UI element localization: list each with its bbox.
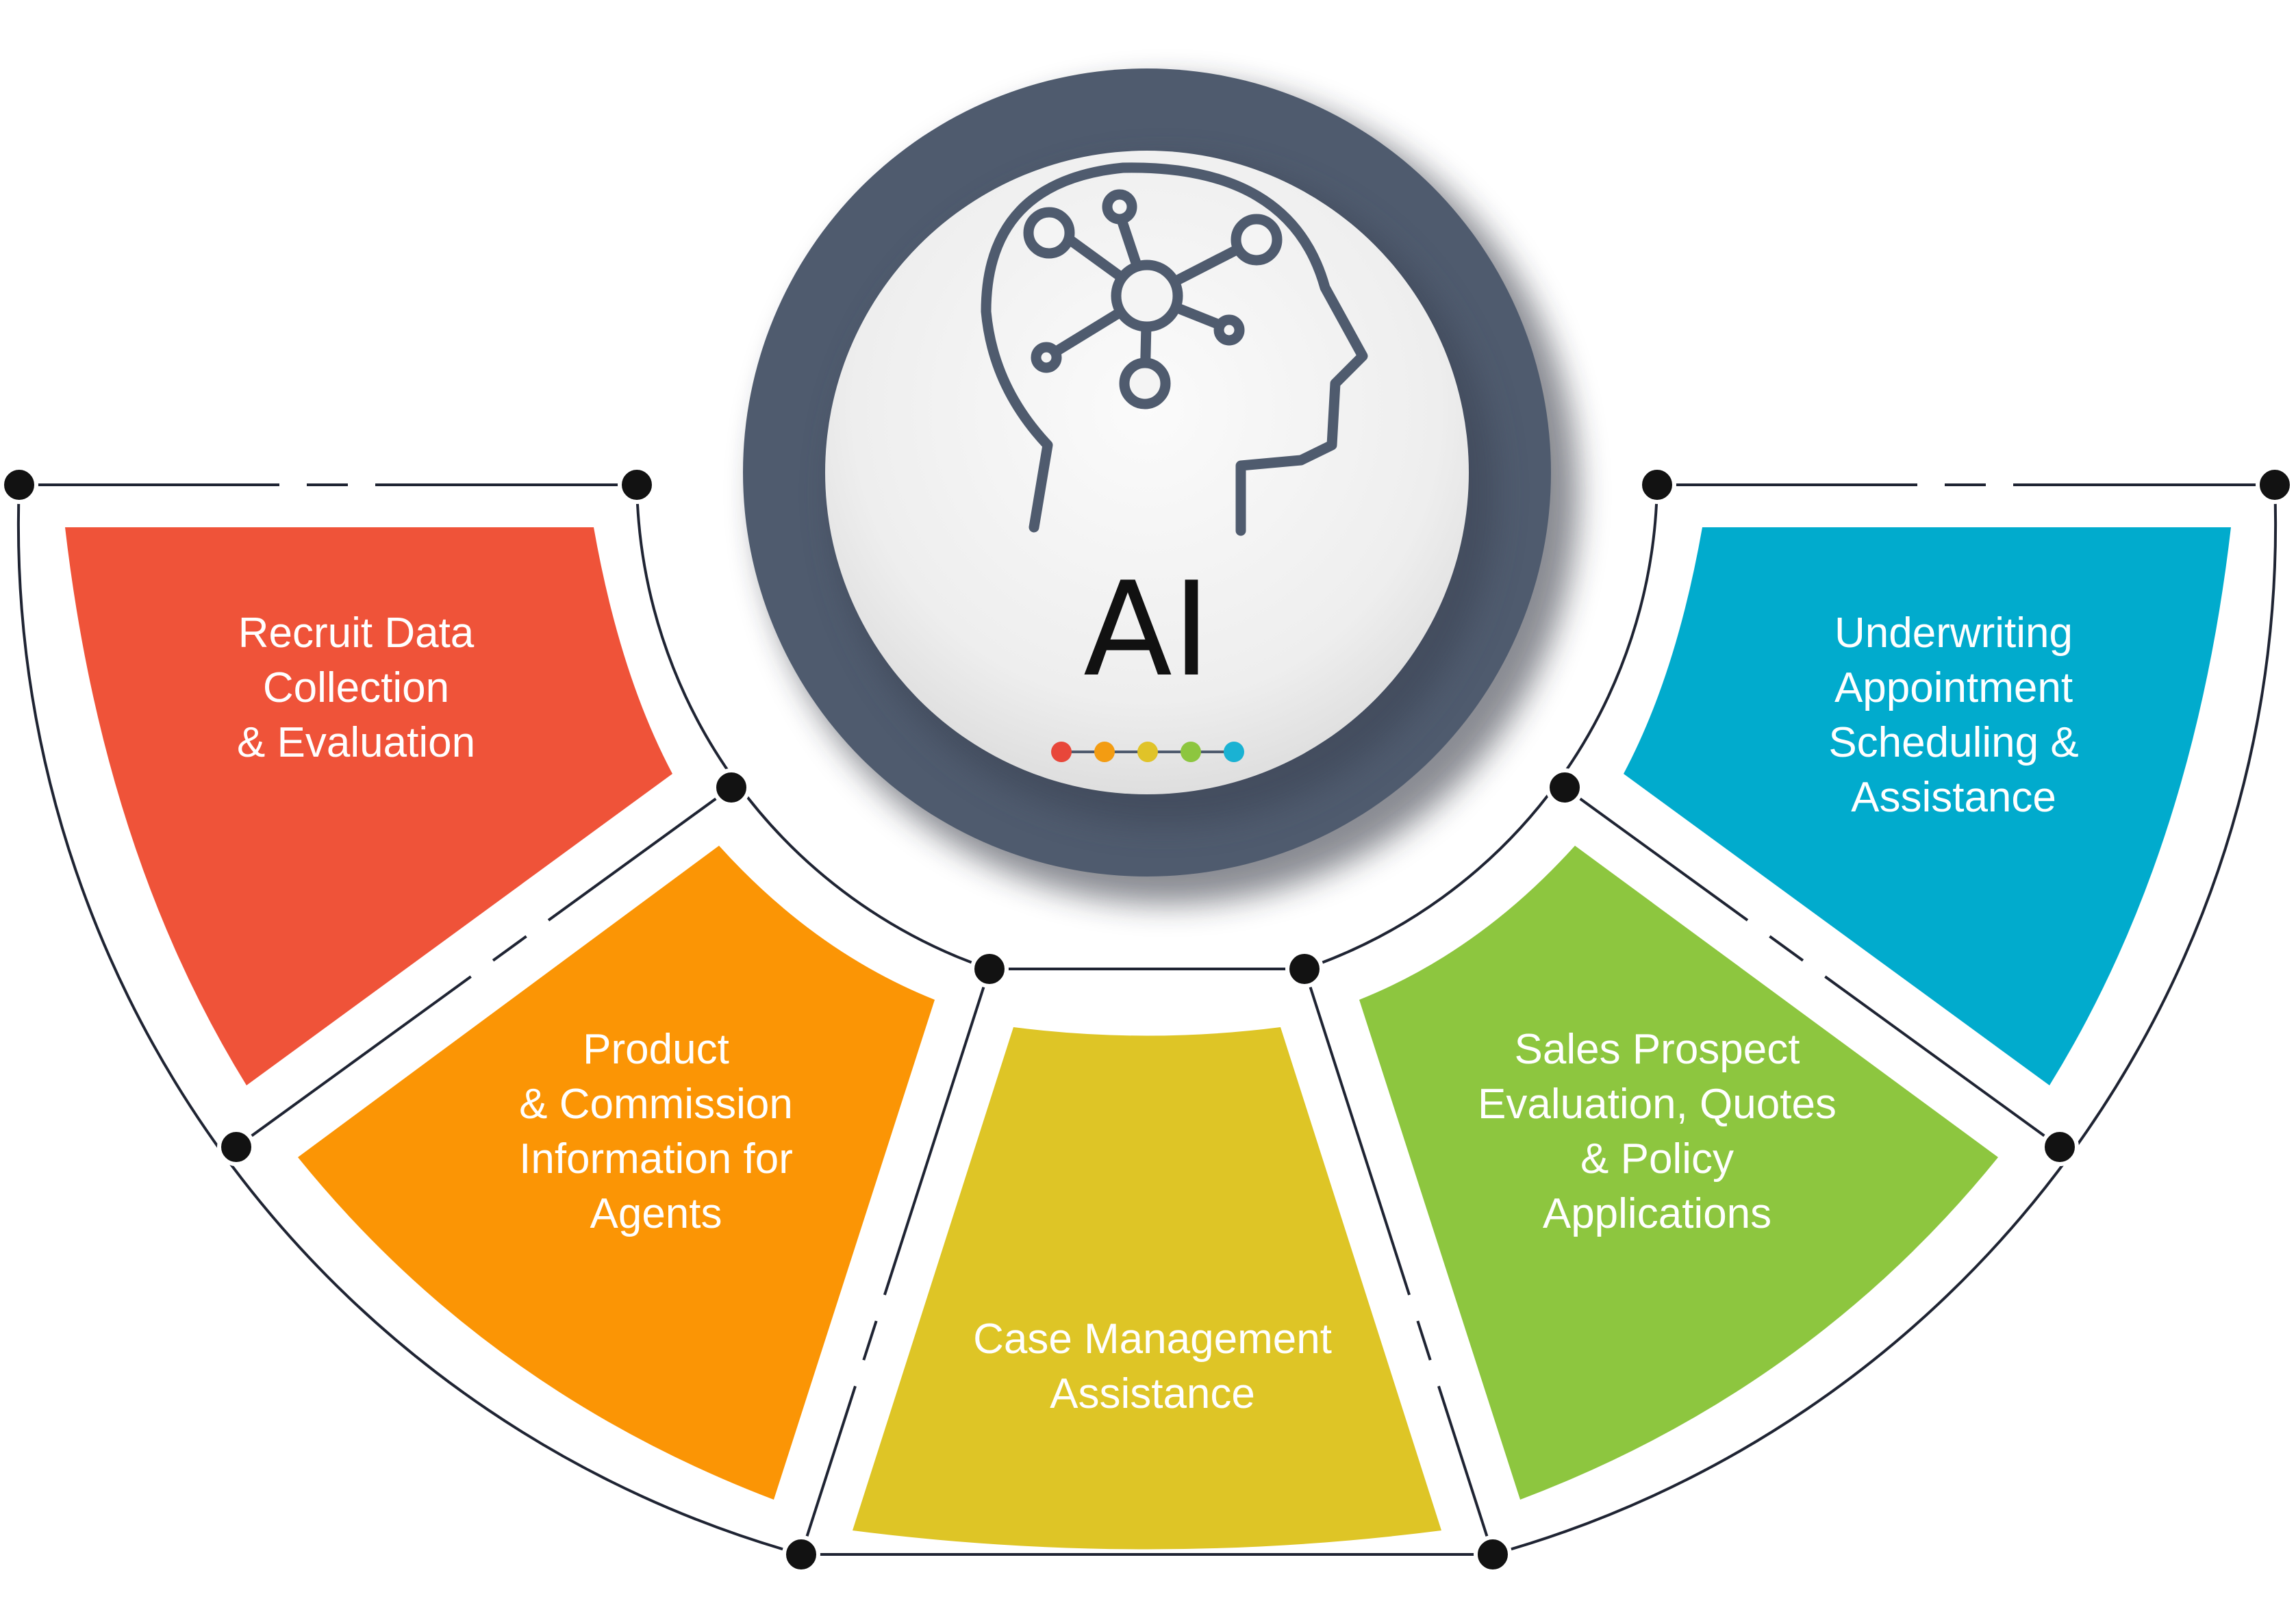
color-dot <box>1094 742 1115 762</box>
segment-label-line: Appointment <box>1834 664 2073 711</box>
ai-title: AI <box>1083 554 1211 705</box>
segment-label-line: Scheduling & <box>1828 719 2078 766</box>
connector-dot <box>1474 1535 1512 1574</box>
segment-label-line: & Policy <box>1580 1135 1734 1183</box>
connector-dot <box>618 466 656 504</box>
segment-label-line: Agents <box>590 1190 722 1237</box>
connector-dot <box>1285 950 1324 988</box>
connector-dot <box>970 950 1009 988</box>
segment-label-line: & Commission <box>519 1081 793 1128</box>
segment-label-recruit: Recruit Data Collection & Evaluation <box>237 609 475 766</box>
color-dot <box>1051 742 1072 762</box>
segment-label-line: Case Management <box>973 1315 1332 1363</box>
color-dot <box>1224 742 1244 762</box>
ai-infographic: Recruit Data Collection & Evaluation Produc… <box>0 0 2296 1614</box>
segment-label-line: Evaluation, Quotes <box>1478 1081 1837 1128</box>
segment-case[interactable] <box>853 1027 1441 1550</box>
ai-segment-diagram: Recruit Data Collection & Evaluation Produc… <box>0 68 2294 1574</box>
segment-label-line: Assistance <box>1050 1370 1255 1417</box>
segment-label-line: Collection <box>263 664 449 711</box>
segment-label-line: Underwriting <box>1834 609 2073 657</box>
color-dot <box>1181 742 1201 762</box>
connector-dot <box>1546 768 1584 807</box>
connector-dot <box>0 466 38 504</box>
segment-label-line: Assistance <box>1851 774 2056 821</box>
ai-center-badge: AI <box>743 68 1578 904</box>
segment-label-line: Sales Prospect <box>1515 1026 1800 1073</box>
segment-label-line: Information for <box>519 1135 793 1183</box>
connector-dot <box>712 768 750 807</box>
segment-label-line: Recruit Data <box>238 609 475 657</box>
connector-dot <box>782 1535 820 1574</box>
segment-label-line: Applications <box>1543 1190 1771 1237</box>
color-dot <box>1137 742 1158 762</box>
connector-dot <box>2041 1128 2079 1166</box>
connector-dot <box>2256 466 2294 504</box>
segment-label-line: Product <box>583 1026 729 1073</box>
connector-dot <box>217 1128 255 1166</box>
connector-dot <box>1638 466 1676 504</box>
segment-label-line: & Evaluation <box>237 719 475 766</box>
